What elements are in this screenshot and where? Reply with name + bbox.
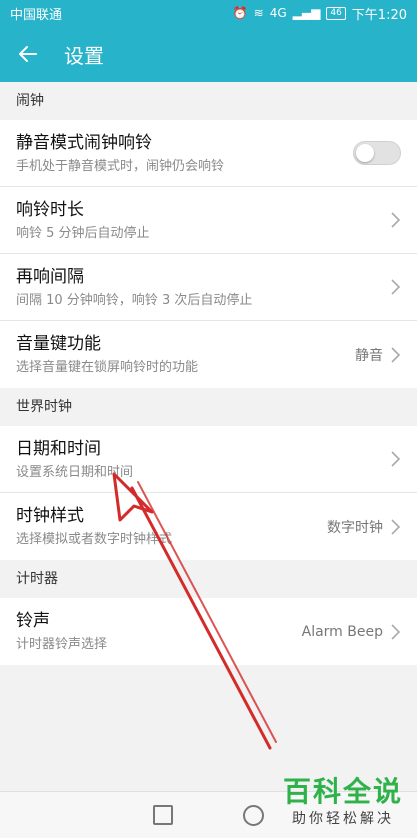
setting-title: 音量键功能 [16, 334, 101, 354]
alarm-clock-icon: ⏰ [232, 6, 248, 20]
setting-value: Alarm Beep [301, 623, 383, 640]
setting-title: 日期和时间 [16, 439, 101, 459]
setting-silent-mode-alarm[interactable]: 静音模式闹钟响铃 手机处于静音模式时，闹钟仍会响铃 [0, 120, 417, 187]
settings-list: 闹钟 静音模式闹钟响铃 手机处于静音模式时，闹钟仍会响铃 响铃时长 响铃 5 分… [0, 82, 417, 665]
network-type: 4G [269, 6, 287, 20]
status-icons: ⏰ ≋ 4G ▂▄▆ 46 下午1:20 [233, 4, 407, 23]
setting-snooze-interval[interactable]: 再响间隔 间隔 10 分钟响铃，响铃 3 次后自动停止 [0, 254, 417, 321]
setting-subtitle: 响铃 5 分钟后自动停止 [16, 226, 150, 241]
setting-value: 静音 [355, 347, 383, 364]
recent-apps-button[interactable] [153, 805, 173, 825]
setting-subtitle: 手机处于静音模式时，闹钟仍会响铃 [16, 159, 225, 174]
silent-mode-alarm-toggle[interactable] [353, 141, 401, 165]
chevron-right-icon [391, 451, 401, 467]
watermark-slogan: 助你轻松解决 [291, 811, 394, 827]
section-header-world-clock: 世界时钟 [0, 388, 417, 426]
section-header-timer: 计时器 [0, 560, 417, 598]
setting-timer-ringtone[interactable]: 铃声 计时器铃声选择 Alarm Beep [0, 598, 417, 665]
back-arrow-icon [19, 46, 37, 62]
setting-clock-style[interactable]: 时钟样式 选择模拟或者数字时钟样式 数字时钟 [0, 493, 417, 560]
chevron-right-icon [391, 518, 401, 535]
clock-time: 下午1:20 [351, 7, 407, 23]
battery-icon: 46 [326, 6, 346, 20]
setting-value: 数字时钟 [327, 519, 383, 536]
toggle-knob [356, 144, 374, 162]
page-title: 设置 [64, 43, 104, 68]
setting-subtitle: 设置系统日期和时间 [16, 465, 134, 480]
chevron-right-icon [391, 346, 401, 363]
setting-subtitle: 选择音量键在锁屏响铃时的功能 [16, 360, 199, 375]
setting-subtitle: 间隔 10 分钟响铃，响铃 3 次后自动停止 [16, 293, 253, 308]
setting-volume-key[interactable]: 音量键功能 选择音量键在锁屏响铃时的功能 静音 [0, 321, 417, 388]
setting-title: 再响间隔 [16, 267, 84, 287]
app-bar: 设置 [0, 26, 417, 82]
setting-title: 响铃时长 [16, 200, 84, 220]
status-bar: 中国联通 ⏰ ≋ 4G ▂▄▆ 46 下午1:20 [0, 0, 417, 26]
watermark-logo: 百科全说 [282, 775, 403, 808]
wifi-icon: ≋ [253, 6, 264, 20]
setting-title: 静音模式闹钟响铃 [16, 133, 152, 153]
section-header-alarm: 闹钟 [0, 82, 417, 120]
signal-icon: ▂▄▆ [292, 6, 321, 20]
setting-ring-duration[interactable]: 响铃时长 响铃 5 分钟后自动停止 [0, 187, 417, 254]
chevron-right-icon [391, 279, 401, 295]
setting-date-time[interactable]: 日期和时间 设置系统日期和时间 [0, 426, 417, 493]
watermark: 百科全说 助你轻松解决 [283, 776, 403, 828]
chevron-right-icon [391, 212, 401, 228]
chevron-right-icon [391, 623, 401, 640]
carrier-label: 中国联通 [10, 7, 63, 23]
home-button[interactable] [243, 804, 264, 826]
back-button[interactable] [0, 26, 56, 82]
